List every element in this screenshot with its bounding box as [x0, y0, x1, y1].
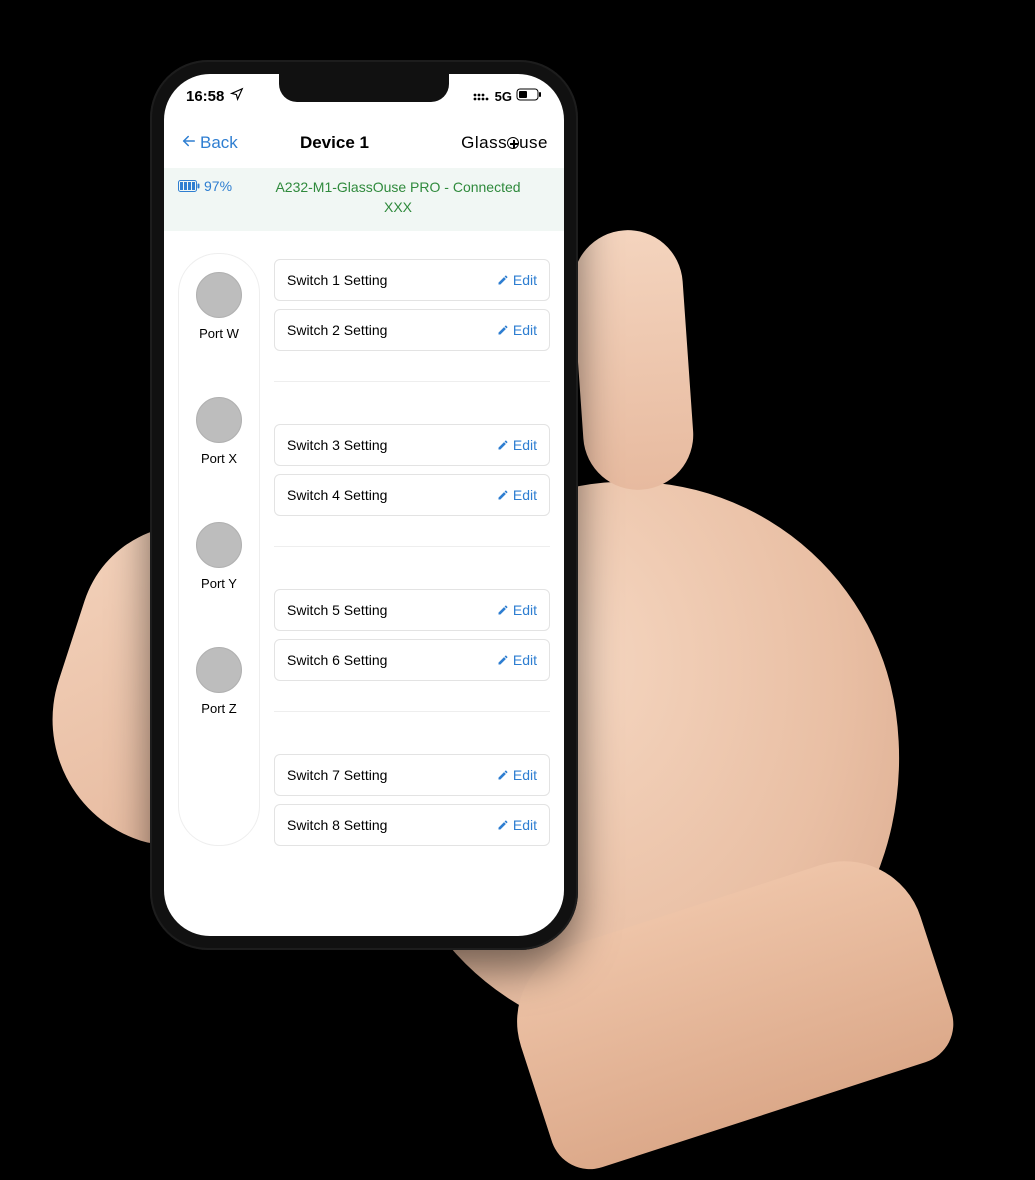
- edit-button[interactable]: Edit: [497, 322, 537, 338]
- switch-label: Switch 2 Setting: [287, 322, 387, 338]
- switch-row[interactable]: Switch 4 Setting Edit: [274, 474, 550, 516]
- pencil-icon: [497, 274, 509, 286]
- brand-o-icon: [507, 137, 519, 149]
- port-circle-icon: [196, 522, 242, 568]
- connection-string: A232-M1-GlassOuse PRO - Connected XXX: [246, 178, 550, 217]
- port-label: Port X: [201, 451, 237, 466]
- phone-notch: [279, 74, 449, 102]
- edit-button[interactable]: Edit: [497, 602, 537, 618]
- content-area: Port W Port X Port Y Port Z: [164, 231, 564, 866]
- switch-label: Switch 1 Setting: [287, 272, 387, 288]
- edit-button[interactable]: Edit: [497, 652, 537, 668]
- port-z[interactable]: Port Z: [196, 647, 242, 716]
- switch-group-w: Switch 1 Setting Edit Switch 2 Setting E…: [274, 259, 550, 382]
- pencil-icon: [497, 324, 509, 336]
- switch-row[interactable]: Switch 5 Setting Edit: [274, 589, 550, 631]
- switch-group-y: Switch 5 Setting Edit Switch 6 Setting E…: [274, 589, 550, 712]
- switch-label: Switch 7 Setting: [287, 767, 387, 783]
- port-column: Port W Port X Port Y Port Z: [178, 253, 260, 846]
- port-w[interactable]: Port W: [196, 272, 242, 341]
- pencil-icon: [497, 439, 509, 451]
- page-title: Device 1: [208, 133, 461, 153]
- edit-label: Edit: [513, 767, 537, 783]
- pencil-icon: [497, 654, 509, 666]
- switch-label: Switch 6 Setting: [287, 652, 387, 668]
- switch-label: Switch 5 Setting: [287, 602, 387, 618]
- pencil-icon: [497, 769, 509, 781]
- edit-label: Edit: [513, 602, 537, 618]
- connection-banner: 97% A232-M1-GlassOuse PRO - Connected XX…: [164, 168, 564, 231]
- phone-frame: 16:58: [150, 60, 578, 950]
- edit-button[interactable]: Edit: [497, 487, 537, 503]
- switch-row[interactable]: Switch 7 Setting Edit: [274, 754, 550, 796]
- port-label: Port Y: [201, 576, 237, 591]
- status-time: 16:58: [186, 88, 224, 105]
- port-circle-icon: [196, 397, 242, 443]
- port-y[interactable]: Port Y: [196, 522, 242, 591]
- switch-row[interactable]: Switch 1 Setting Edit: [274, 259, 550, 301]
- pencil-icon: [497, 819, 509, 831]
- pencil-icon: [497, 604, 509, 616]
- switch-column: Switch 1 Setting Edit Switch 2 Setting E…: [274, 253, 550, 846]
- edit-label: Edit: [513, 817, 537, 833]
- edit-button[interactable]: Edit: [497, 817, 537, 833]
- signal-icon: [473, 89, 491, 104]
- edit-label: Edit: [513, 487, 537, 503]
- switch-group-x: Switch 3 Setting Edit Switch 4 Setting E…: [274, 424, 550, 547]
- edit-button[interactable]: Edit: [497, 767, 537, 783]
- edit-label: Edit: [513, 652, 537, 668]
- edit-button[interactable]: Edit: [497, 437, 537, 453]
- nav-bar: Back Device 1 Glassuse: [164, 118, 564, 168]
- switch-row[interactable]: Switch 3 Setting Edit: [274, 424, 550, 466]
- port-circle-icon: [196, 647, 242, 693]
- port-x[interactable]: Port X: [196, 397, 242, 466]
- switch-label: Switch 3 Setting: [287, 437, 387, 453]
- switch-label: Switch 4 Setting: [287, 487, 387, 503]
- switch-label: Switch 8 Setting: [287, 817, 387, 833]
- brand-logo: Glass use: [461, 133, 548, 153]
- network-label: 5G: [495, 89, 512, 104]
- connection-line2: XXX: [246, 198, 550, 218]
- device-battery: 97%: [178, 178, 232, 217]
- brand-right: use: [519, 133, 548, 152]
- device-battery-pct: 97%: [204, 178, 232, 194]
- brand-left: Glass: [461, 133, 507, 152]
- switch-row[interactable]: Switch 6 Setting Edit: [274, 639, 550, 681]
- device-battery-icon: [178, 180, 200, 192]
- edit-label: Edit: [513, 322, 537, 338]
- edit-button[interactable]: Edit: [497, 272, 537, 288]
- switch-group-z: Switch 7 Setting Edit Switch 8 Setting E…: [274, 754, 550, 846]
- battery-icon: [516, 88, 542, 104]
- back-arrow-icon: [180, 132, 198, 155]
- switch-row[interactable]: Switch 2 Setting Edit: [274, 309, 550, 351]
- edit-label: Edit: [513, 437, 537, 453]
- location-icon: [230, 87, 244, 105]
- port-label: Port Z: [201, 701, 236, 716]
- connection-line1: A232-M1-GlassOuse PRO - Connected: [246, 178, 550, 198]
- edit-label: Edit: [513, 272, 537, 288]
- phone-screen: 16:58: [164, 74, 564, 936]
- switch-row[interactable]: Switch 8 Setting Edit: [274, 804, 550, 846]
- port-circle-icon: [196, 272, 242, 318]
- pencil-icon: [497, 489, 509, 501]
- port-label: Port W: [199, 326, 239, 341]
